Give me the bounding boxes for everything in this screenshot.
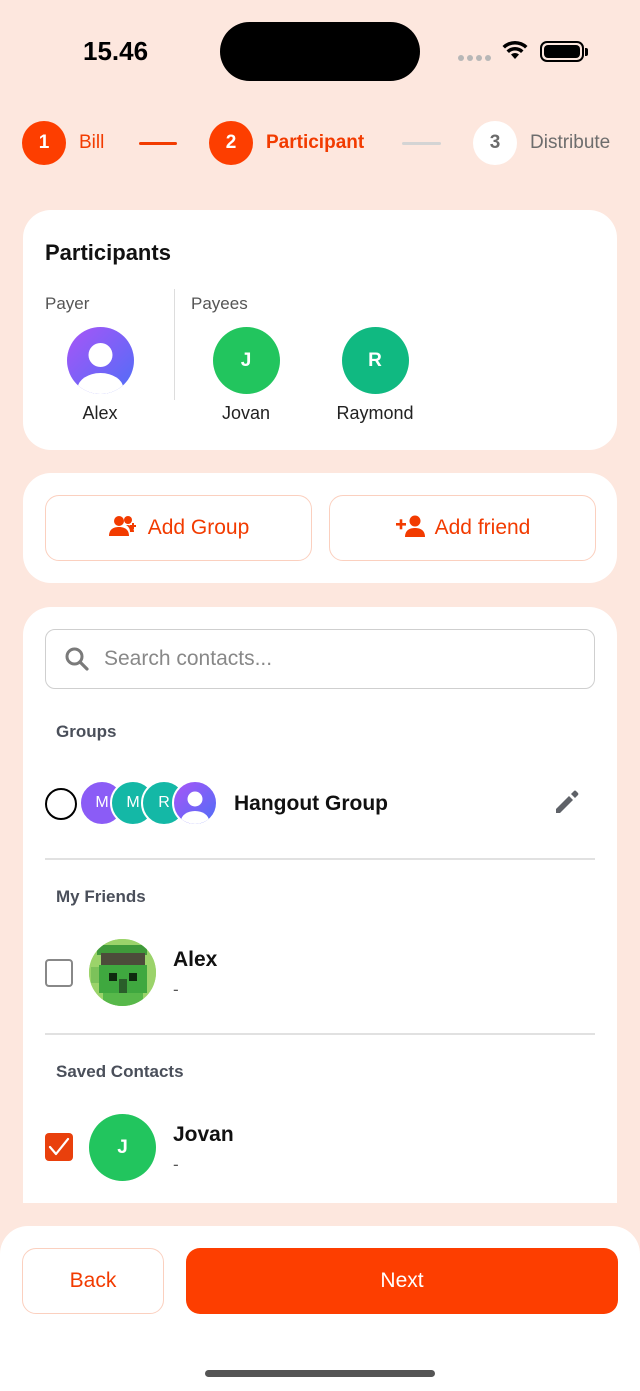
- payer-alex[interactable]: Alex: [40, 327, 160, 424]
- payee-name: Jovan: [221, 403, 271, 423]
- contacts-card: Search contacts... Groups M M R Hangout …: [23, 607, 617, 1203]
- group-radio[interactable]: [45, 788, 77, 820]
- check-icon: [48, 1137, 70, 1156]
- group-name: Hangout Group: [234, 792, 388, 815]
- add-friend-button[interactable]: Add friend: [329, 495, 596, 561]
- actions-card: Add Group Add friend: [23, 473, 617, 583]
- edit-icon[interactable]: [552, 787, 582, 821]
- saved-sub: -: [173, 1155, 179, 1174]
- stepper: 1 Bill 2 Participant 3 Distribute: [22, 121, 622, 167]
- next-button[interactable]: Next: [186, 1248, 618, 1314]
- person-add-icon: [395, 514, 425, 542]
- step-number: 1: [22, 121, 66, 165]
- divider: [45, 858, 595, 860]
- payee-raymond[interactable]: R Raymond: [315, 327, 435, 424]
- avatar: R: [341, 327, 409, 394]
- avatar: J: [212, 327, 280, 394]
- bottom-bar: Back Next: [0, 1226, 640, 1391]
- step-participant[interactable]: 2 Participant: [209, 121, 364, 165]
- step-connector: [402, 142, 441, 145]
- saved-name: Jovan: [173, 1123, 234, 1146]
- add-group-label: Add Group: [147, 516, 250, 539]
- search-icon: [64, 646, 90, 672]
- avatar: [89, 939, 156, 1006]
- add-group-button[interactable]: Add Group: [45, 495, 312, 561]
- friend-name: Alex: [173, 948, 218, 971]
- payee-jovan[interactable]: J Jovan: [186, 327, 306, 424]
- add-friend-label: Add friend: [434, 516, 531, 539]
- step-bill[interactable]: 1 Bill: [22, 121, 104, 165]
- saved-checkbox[interactable]: [45, 1133, 73, 1161]
- avatar: J: [89, 1114, 156, 1181]
- step-label: Distribute: [530, 132, 611, 153]
- step-number: 3: [473, 121, 517, 165]
- user-icon: [172, 780, 218, 826]
- step-connector: [139, 142, 177, 145]
- participants-card: Participants Payer Payees Alex J Jovan R…: [23, 210, 617, 450]
- friends-label: My Friends: [56, 887, 146, 906]
- participants-title: Participants: [45, 240, 171, 265]
- status-time: 15.46: [83, 36, 149, 66]
- step-distribute[interactable]: 3 Distribute: [473, 121, 610, 165]
- step-label: Bill: [79, 132, 105, 153]
- battery-tip: [585, 48, 588, 56]
- home-indicator: [205, 1370, 435, 1377]
- payer-label: Payer: [45, 294, 90, 313]
- group-add-icon: [108, 514, 138, 542]
- groups-label: Groups: [56, 722, 117, 741]
- search-input[interactable]: Search contacts...: [45, 629, 595, 689]
- search-placeholder: Search contacts...: [104, 647, 273, 670]
- step-number: 2: [209, 121, 253, 165]
- dynamic-island: [220, 22, 420, 81]
- wifi-icon: [502, 40, 528, 64]
- battery-icon: [540, 41, 584, 62]
- payees-label: Payees: [191, 294, 248, 313]
- back-button[interactable]: Back: [22, 1248, 164, 1314]
- step-label: Participant: [266, 132, 365, 153]
- divider: [174, 289, 175, 400]
- friend-sub: -: [173, 980, 179, 999]
- status-bar: 15.46: [0, 0, 640, 100]
- payer-name: Alex: [82, 403, 118, 423]
- signal-icon: [458, 55, 491, 61]
- payee-name: Raymond: [336, 403, 414, 423]
- saved-contacts-label: Saved Contacts: [56, 1062, 184, 1081]
- divider: [45, 1033, 595, 1035]
- user-icon: [66, 327, 134, 394]
- friend-checkbox[interactable]: [45, 959, 73, 987]
